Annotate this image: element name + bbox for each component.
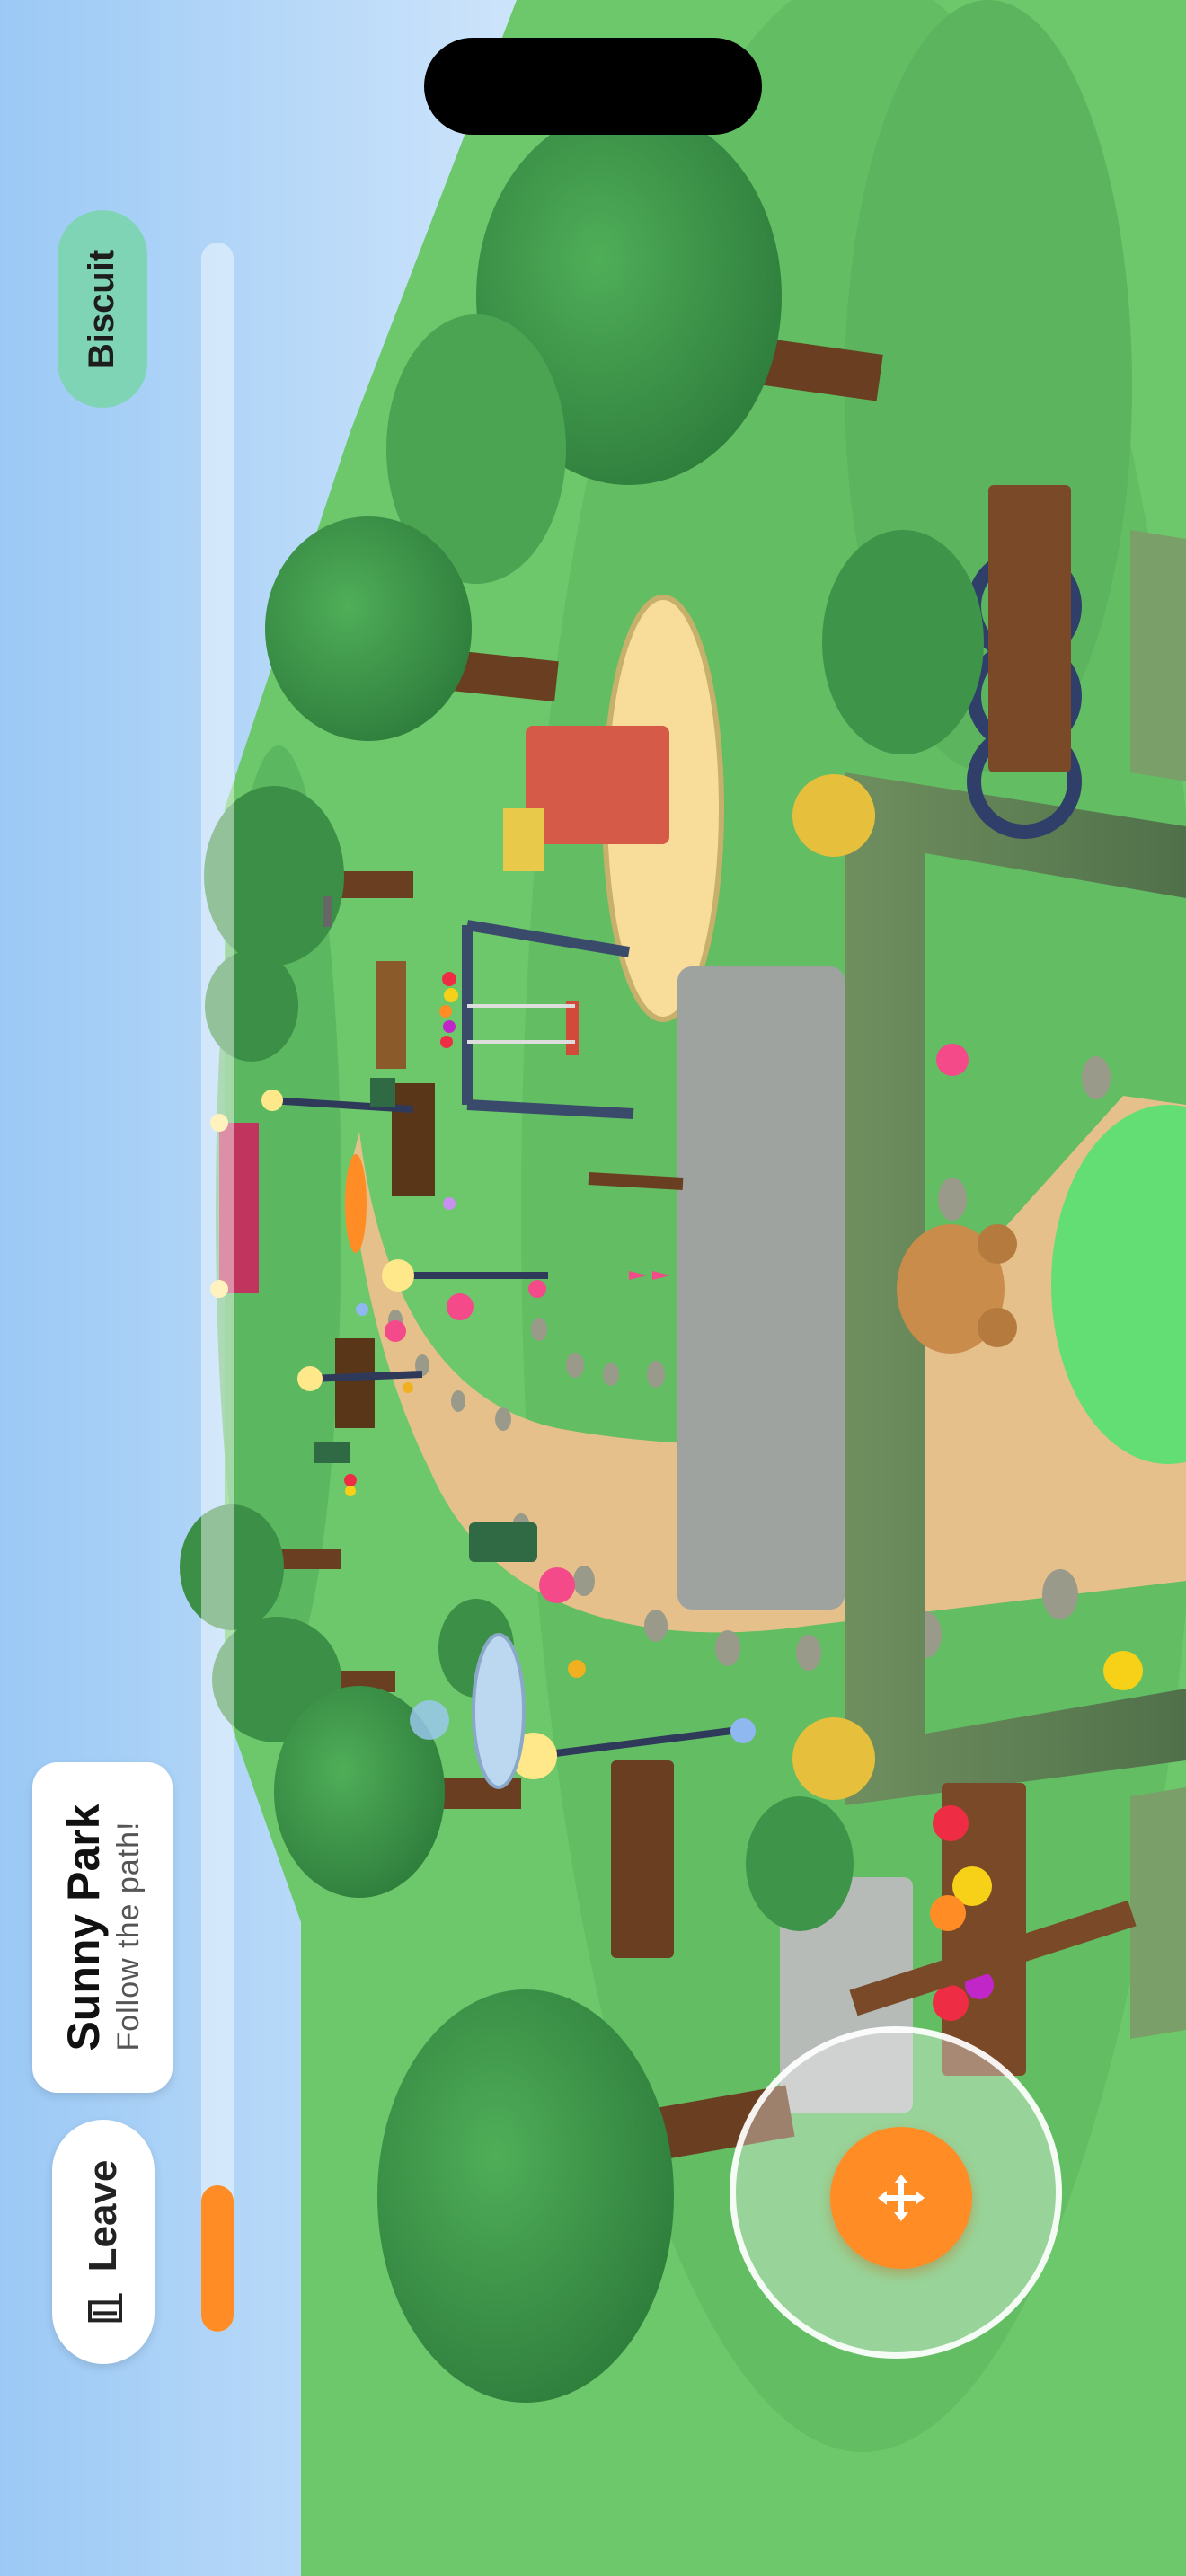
tree (746, 1796, 854, 1931)
flower-planter (988, 485, 1071, 772)
leave-button[interactable]: Leave (52, 2120, 155, 2364)
location-subtitle: Follow the path! (111, 1821, 146, 2051)
bench (392, 1083, 435, 1196)
swing-seat (566, 1001, 579, 1055)
sandbox-block (526, 726, 669, 844)
location-title: Sunny Park (58, 1804, 109, 2051)
sandbox-block (503, 808, 544, 871)
tree (822, 530, 984, 754)
wood-post (588, 1172, 684, 1190)
exit-door-icon (88, 2293, 122, 2323)
path-progress-fill (201, 2185, 234, 2332)
joystick-knob[interactable] (830, 2127, 972, 2269)
movement-joystick[interactable] (730, 2026, 1062, 2359)
leave-label: Leave (81, 2159, 125, 2272)
dynamic-island (424, 38, 762, 135)
location-card: Sunny Park Follow the path! (32, 1762, 173, 2093)
fence-ball (792, 774, 875, 857)
move-arrows-icon (878, 2175, 925, 2221)
character-name-chip: Biscuit (58, 210, 147, 408)
bear-character (897, 1224, 1017, 1354)
fence-ball (792, 1717, 875, 1800)
trash-bin (370, 1078, 395, 1107)
bench (335, 1338, 375, 1428)
path-progress-bar (201, 243, 234, 2332)
trash-bin (314, 1442, 350, 1463)
green-fence (1130, 1787, 1186, 2039)
gray-platform (677, 966, 845, 1610)
bench (376, 961, 406, 1069)
character-name: Biscuit (82, 249, 122, 369)
trash-bin (469, 1522, 537, 1562)
green-fence (1130, 530, 1186, 781)
orange-mat (345, 1154, 367, 1253)
bench (611, 1760, 674, 1958)
